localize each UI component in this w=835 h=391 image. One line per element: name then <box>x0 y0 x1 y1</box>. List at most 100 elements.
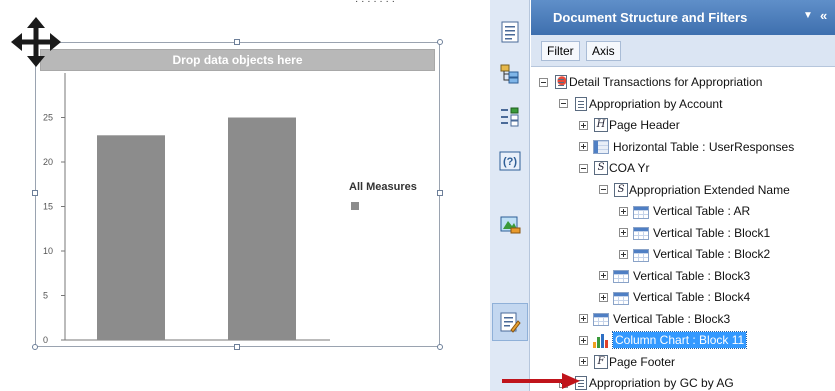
report-map-icon <box>500 64 519 84</box>
tree-node-label: Vertical Table : AR <box>653 204 751 218</box>
tree-node[interactable]: Detail Transactions for Appropriation <box>539 72 762 92</box>
tree-node[interactable]: F Page Footer <box>579 352 675 372</box>
tree-node-label: Horizontal Table : UserResponses <box>613 139 795 154</box>
vertical-table-icon <box>613 270 629 283</box>
vertical-table-icon <box>633 248 649 262</box>
tree-node[interactable]: S COA Yr <box>579 158 649 178</box>
tree-node[interactable]: Appropriation by Account <box>559 94 722 114</box>
panel-menu-dropdown[interactable]: ▼ <box>803 10 813 21</box>
tree-node-label: Detail Transactions for Appropriation <box>569 75 763 89</box>
expand-icon[interactable] <box>579 314 588 323</box>
page-header-icon: H <box>594 118 608 132</box>
web-service-publisher-button[interactable] <box>496 210 524 238</box>
tree-node[interactable]: Vertical Table : AR <box>619 201 750 221</box>
resize-handle-bottom-right[interactable] <box>437 344 443 350</box>
collapse-icon[interactable] <box>599 185 608 194</box>
bar-1[interactable] <box>228 117 296 341</box>
resize-handle-top[interactable] <box>234 39 240 45</box>
move-cursor-icon[interactable] <box>10 16 62 68</box>
collapse-icon[interactable] <box>559 99 568 108</box>
y-tick-label: 20 <box>43 157 53 167</box>
panel-title: Document Structure and Filters <box>553 10 748 25</box>
vertical-table-icon <box>593 313 609 326</box>
expand-icon[interactable] <box>599 292 608 302</box>
tree-node[interactable]: Vertical Table : Block2 <box>619 244 770 264</box>
expand-icon[interactable] <box>579 120 588 130</box>
tree-node[interactable]: Vertical Table : Block3 <box>599 266 750 286</box>
input-controls-icon <box>501 107 519 127</box>
y-tick-label: 25 <box>43 113 53 123</box>
tree-node-label: Appropriation by Account <box>589 96 723 111</box>
tab-axis[interactable]: Axis <box>586 41 621 61</box>
tree-node[interactable]: Vertical Table : Block4 <box>599 287 750 307</box>
svg-text:(?): (?) <box>503 156 517 168</box>
y-tick-label: 15 <box>43 202 53 212</box>
input-controls-button[interactable] <box>496 103 524 131</box>
vertical-table-icon <box>613 291 629 305</box>
y-tick-label: 10 <box>43 246 53 256</box>
tree-node-label: Vertical Table : Block3 <box>633 268 751 283</box>
expand-icon[interactable] <box>599 271 608 280</box>
page-footer-icon: F <box>594 354 608 369</box>
tree-node-label: Page Header <box>609 118 680 132</box>
resize-handle-left[interactable] <box>32 190 38 196</box>
panel-header: Document Structure and Filters ▼ « <box>531 0 835 35</box>
y-tick-label: 0 <box>43 335 48 345</box>
collapse-icon[interactable] <box>579 163 588 173</box>
document-structure-panel: Document Structure and Filters ▼ « Filte… <box>531 0 835 391</box>
document-structure-tree: Detail Transactions for Appropriation App… <box>531 72 835 391</box>
expand-icon[interactable] <box>619 206 628 216</box>
tree-node-label: Vertical Table : Block4 <box>633 290 751 304</box>
tree-node-label: Appropriation Extended Name <box>629 182 790 197</box>
document-structure-filters-button[interactable] <box>492 303 528 341</box>
tree-node-label: COA Yr <box>609 161 650 175</box>
document-structure-filters-icon <box>500 312 521 333</box>
document-summary-button[interactable] <box>496 18 524 46</box>
tree-node[interactable]: Column Chart : Block 11 <box>579 330 748 350</box>
tree-node-label: Column Chart : Block 11 <box>611 331 748 349</box>
tree-node[interactable]: Appropriation by GC by AG <box>559 373 734 391</box>
vertical-table-icon <box>633 227 649 240</box>
tree-node[interactable]: S Appropriation Extended Name <box>599 180 790 200</box>
tree-node[interactable]: Vertical Table : Block1 <box>619 223 770 243</box>
tree-node[interactable]: Horizontal Table : UserResponses <box>579 137 794 157</box>
tree-node-label: Vertical Table : Block2 <box>653 247 771 261</box>
tree-node-label: Page Footer <box>609 354 676 369</box>
report-icon <box>555 75 567 89</box>
legend-swatch <box>351 202 359 210</box>
tree-node[interactable]: Vertical Table : Block3 <box>579 309 730 329</box>
y-tick-label: 5 <box>43 291 48 301</box>
section-icon: S <box>614 182 628 197</box>
resize-handle-right[interactable] <box>437 190 443 196</box>
collapse-icon[interactable] <box>539 77 548 87</box>
tree-node-label: Vertical Table : Block1 <box>653 225 771 240</box>
expand-icon[interactable] <box>619 228 628 237</box>
tree-node[interactable]: H Page Header <box>579 115 680 135</box>
expand-icon[interactable] <box>579 357 588 366</box>
report-map-button[interactable] <box>496 60 524 88</box>
panel-tabbar: Filter Axis <box>531 35 835 67</box>
tab-filter[interactable]: Filter <box>541 41 580 61</box>
column-chart-icon <box>593 333 609 348</box>
drop-data-objects-zone[interactable]: Drop data objects here <box>40 49 435 71</box>
tree-node-label: Appropriation by GC by AG <box>589 376 734 390</box>
report-canvas: · · · · · · · 0 5 10 15 20 25 Drop data objec… <box>0 0 486 391</box>
expand-icon[interactable] <box>579 335 588 345</box>
annotation-arrow <box>502 373 580 389</box>
side-toolbar: (?) <box>490 0 530 391</box>
web-service-publisher-icon <box>500 216 521 234</box>
section-icon: S <box>594 161 608 175</box>
horizontal-table-icon <box>593 140 609 154</box>
panel-collapse-button[interactable]: « <box>820 8 827 23</box>
expand-icon[interactable] <box>619 249 628 259</box>
tree-node-label: Vertical Table : Block3 <box>613 311 731 326</box>
data-button[interactable]: (?) <box>496 147 524 175</box>
document-summary-icon <box>501 21 519 43</box>
help-data-icon: (?) <box>499 151 521 171</box>
legend-title: All Measures <box>349 181 417 193</box>
resize-handle-top-right[interactable] <box>437 39 443 45</box>
resize-handle-bottom-left[interactable] <box>32 344 38 350</box>
resize-handle-bottom[interactable] <box>234 344 240 350</box>
bar-0[interactable] <box>97 135 165 340</box>
expand-icon[interactable] <box>579 142 588 151</box>
